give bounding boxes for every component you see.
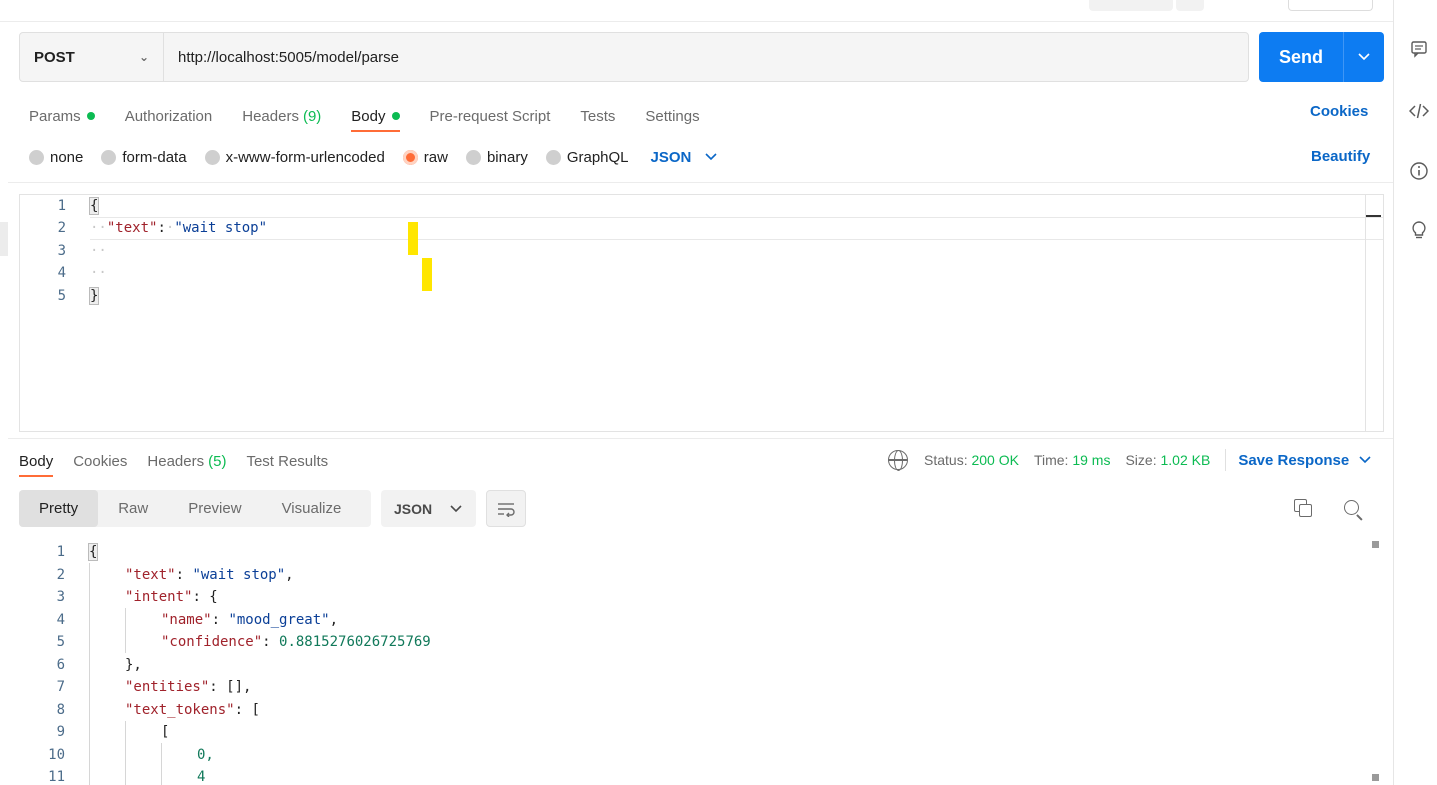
response-tabs: Body Cookies Headers (5) Test Results (19, 445, 328, 479)
toolbar-button[interactable] (1288, 0, 1373, 11)
request-tabs: Params Authorization Headers (9) Body Pre… (29, 100, 700, 132)
code-line: 7 "entities": [], (56, 679, 252, 696)
tab-response-headers[interactable]: Headers (5) (147, 445, 226, 477)
search-icon[interactable] (1344, 500, 1364, 521)
tab-tests[interactable]: Tests (580, 100, 615, 132)
radio-circle (204, 149, 220, 165)
info-icon[interactable] (1408, 160, 1430, 182)
response-meta: Status: 200 OK Time: 19 ms Size: 1.02 KB… (888, 449, 1371, 471)
send-dropdown-button[interactable] (1344, 32, 1384, 82)
tab-pre-request-script[interactable]: Pre-request Script (430, 100, 551, 132)
lightbulb-icon[interactable] (1408, 219, 1430, 241)
method-select[interactable]: POST ⌄ (20, 33, 164, 81)
response-view-switcher: Pretty Raw Preview Visualize (19, 490, 371, 527)
tab-test-results[interactable]: Test Results (246, 445, 328, 477)
status-info[interactable]: Status: 200 OK (924, 452, 1019, 468)
code-line: 6 }, (56, 656, 142, 673)
radio-circle (465, 149, 481, 165)
tab-body[interactable]: Body (351, 100, 400, 132)
left-panel-edge (0, 222, 8, 256)
body-type-radios: none form-data x-www-form-urlencoded raw… (29, 145, 717, 169)
tab-authorization[interactable]: Authorization (125, 100, 213, 132)
code-line: 8 "text_tokens": [ (56, 701, 260, 718)
tab-headers[interactable]: Headers (9) (242, 100, 321, 132)
comment-icon[interactable] (1408, 38, 1430, 60)
response-language-select[interactable]: JSON (381, 490, 476, 527)
chevron-down-icon: ⌄ (138, 50, 149, 64)
yellow-marker (422, 258, 432, 291)
code-line: 3 "intent": { (56, 589, 218, 606)
divider (8, 182, 1393, 183)
toolbar-button[interactable] (1176, 0, 1204, 11)
url-input[interactable]: http://localhost:5005/model/parse (164, 33, 1248, 81)
wrap-lines-icon (498, 502, 515, 517)
view-visualize[interactable]: Visualize (262, 490, 362, 527)
radio-graphql[interactable]: GraphQL (545, 149, 629, 166)
request-body-editor[interactable]: 1 { 2 ··"text":·"wait stop" 3 ·· 4 ·· 5 … (19, 194, 1384, 432)
toolbar-button[interactable] (1089, 0, 1173, 11)
code-line: 4 ·· (57, 265, 107, 281)
tab-settings[interactable]: Settings (645, 100, 699, 132)
cookies-link[interactable]: Cookies (1310, 103, 1368, 120)
tab-response-body[interactable]: Body (19, 445, 54, 477)
code-line: 11 4 (48, 769, 206, 785)
code-line: 4 "name": "mood_great", (56, 611, 339, 628)
tab-params[interactable]: Params (29, 100, 95, 132)
code-line: 1 { (56, 543, 99, 562)
code-line: 1 { (57, 197, 100, 215)
params-indicator-dot (86, 112, 95, 120)
code-line: 5 } (57, 287, 100, 305)
body-indicator-dot (391, 112, 400, 120)
code-line: 2 ··"text":·"wait stop" (57, 220, 268, 236)
radio-circle-selected (402, 149, 418, 165)
view-raw[interactable]: Raw (98, 490, 168, 527)
time-info[interactable]: Time: 19 ms (1034, 452, 1111, 468)
chevron-down-icon (705, 153, 717, 161)
globe-icon[interactable] (888, 450, 908, 471)
radio-circle (545, 149, 561, 165)
beautify-link[interactable]: Beautify (1311, 148, 1370, 165)
divider (8, 438, 1393, 439)
wrap-lines-button[interactable] (486, 490, 526, 527)
send-button-group: Send (1259, 32, 1384, 82)
top-toolbar-strip (0, 0, 1393, 22)
url-bar: POST ⌄ http://localhost:5005/model/parse (19, 32, 1249, 82)
view-preview[interactable]: Preview (168, 490, 261, 527)
size-info[interactable]: Size: 1.02 KB (1125, 452, 1210, 468)
right-sidebar (1393, 0, 1437, 785)
save-response-button[interactable]: Save Response (1238, 452, 1371, 469)
tab-response-cookies[interactable]: Cookies (73, 445, 127, 477)
yellow-marker (408, 222, 418, 255)
editor-scrollbar[interactable] (1365, 195, 1383, 431)
radio-raw[interactable]: raw (402, 149, 448, 166)
body-language-select[interactable]: JSON (651, 149, 718, 166)
response-body-viewer[interactable]: 1 { 2 "text": "wait stop", 3 "intent": {… (19, 541, 1384, 785)
radio-binary[interactable]: binary (465, 149, 528, 166)
code-icon[interactable] (1408, 100, 1430, 122)
method-label: POST (34, 48, 75, 66)
radio-circle (29, 149, 44, 165)
chevron-down-icon (450, 504, 462, 512)
radio-none[interactable]: none (29, 149, 83, 166)
chevron-down-icon (1359, 456, 1371, 464)
code-line: 2 "text": "wait stop", (56, 566, 294, 583)
url-text: http://localhost:5005/model/parse (178, 48, 399, 66)
scroll-up-arrow[interactable] (1372, 541, 1379, 548)
code-line: 10 0, (48, 746, 214, 763)
divider (1225, 449, 1227, 471)
response-scrollbar[interactable] (1370, 541, 1380, 785)
code-line: 3 ·· (57, 243, 107, 259)
scroll-down-arrow[interactable] (1372, 774, 1379, 781)
radio-circle (101, 149, 117, 165)
chevron-down-icon (1358, 53, 1370, 61)
code-line: 5 "confidence": 0.8815276026725769 (56, 634, 431, 651)
view-pretty[interactable]: Pretty (19, 490, 99, 527)
code-line: 9 [ (56, 724, 170, 741)
send-button[interactable]: Send (1259, 32, 1344, 82)
copy-icon[interactable] (1294, 499, 1314, 519)
radio-x-www-form-urlencoded[interactable]: x-www-form-urlencoded (204, 149, 385, 166)
radio-form-data[interactable]: form-data (101, 149, 187, 166)
